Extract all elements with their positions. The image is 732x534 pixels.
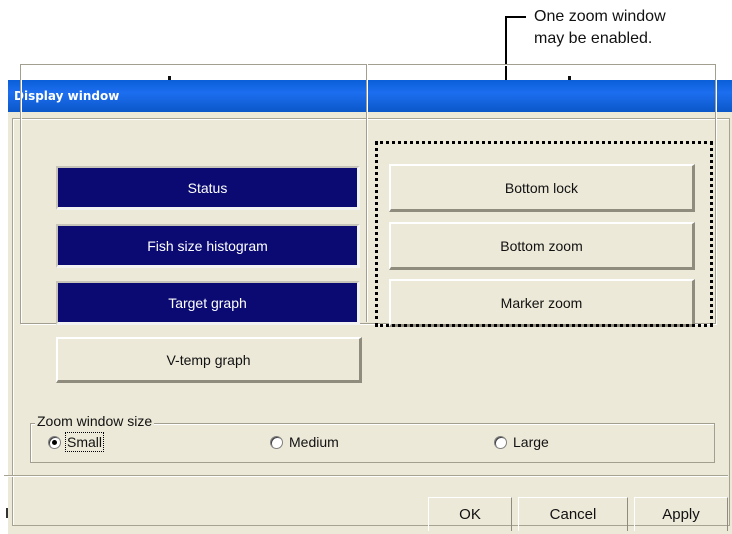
radio-large[interactable]: Large <box>494 434 549 450</box>
radio-large-label: Large <box>513 434 549 450</box>
zoom-window-size-legend: Zoom window size <box>35 413 155 429</box>
ok-button[interactable]: OK <box>428 497 512 531</box>
annotation-leader-horizontal <box>506 16 526 18</box>
apply-button[interactable]: Apply <box>634 497 728 531</box>
v-temp-graph-button[interactable]: V-temp graph <box>56 337 362 383</box>
annotation-line-1: One zoom window <box>534 8 666 25</box>
radio-medium-label: Medium <box>289 434 339 450</box>
radio-small[interactable]: Small <box>48 432 105 452</box>
zoom-window-size-group <box>30 423 715 463</box>
radio-large-indicator[interactable] <box>494 435 507 449</box>
footer-separator <box>4 475 728 476</box>
cancel-button[interactable]: Cancel <box>518 497 628 531</box>
annotation-line-2: may be enabled. <box>534 30 653 47</box>
radio-small-label: Small <box>64 432 105 452</box>
annotation-text: One zoom window may be enabled. <box>534 6 724 50</box>
radio-medium[interactable]: Medium <box>270 434 339 450</box>
radio-small-indicator[interactable] <box>48 435 61 449</box>
zoom-buttons-highlight <box>375 141 713 327</box>
edge-mark <box>6 508 8 518</box>
group-divider <box>366 64 367 322</box>
radio-medium-indicator[interactable] <box>270 435 283 449</box>
status-button[interactable]: Status <box>56 166 360 210</box>
target-graph-button[interactable]: Target graph <box>56 281 360 325</box>
fish-size-histogram-button[interactable]: Fish size histogram <box>56 224 360 268</box>
